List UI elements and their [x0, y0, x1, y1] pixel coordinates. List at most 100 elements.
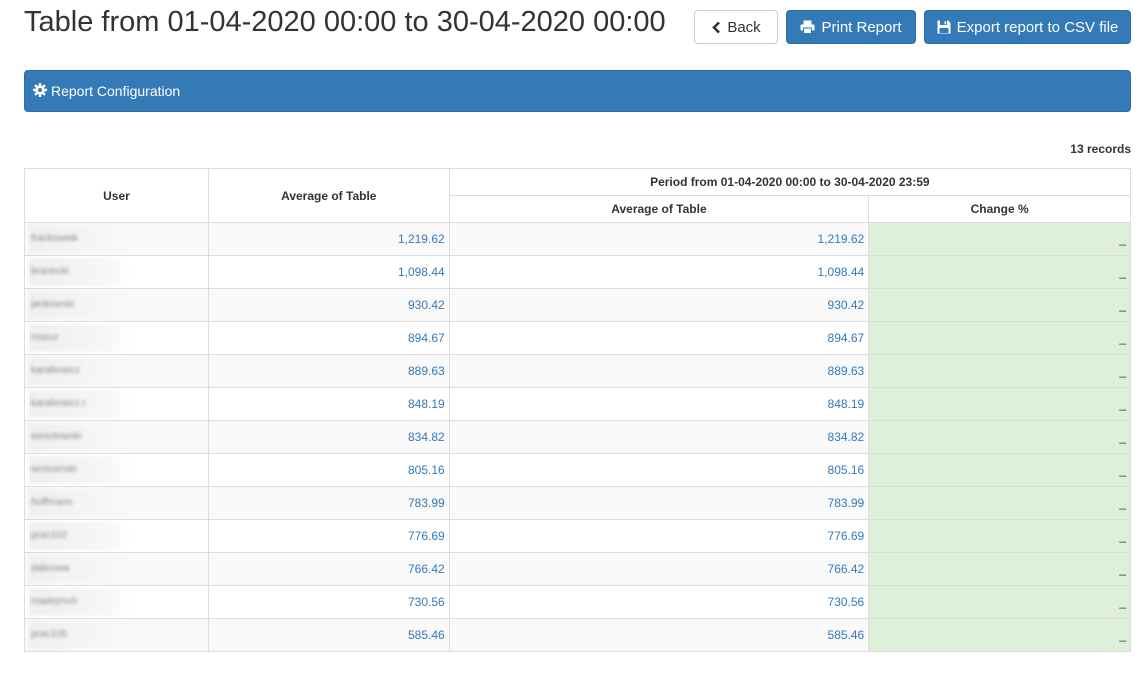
user-name: madejmoh — [29, 588, 129, 616]
period-average-cell: 889.63 — [448, 354, 870, 388]
print-report-button[interactable]: Print Report — [786, 10, 916, 44]
average-cell: 930.42 — [207, 288, 450, 322]
user-name: hoffmann — [29, 489, 129, 517]
change-cell: _ — [868, 321, 1131, 355]
user-cell: hoffmann — [24, 486, 209, 520]
period-average-cell: 585.46 — [448, 618, 870, 652]
floppy-disk-icon — [937, 20, 951, 34]
user-name: frackowiak — [29, 225, 129, 253]
page-title: Table from 01-04-2020 00:00 to 30-04-202… — [24, 6, 666, 38]
user-name: branecki — [29, 258, 129, 286]
average-cell: 834.82 — [207, 420, 450, 454]
report-table: User Average of Table Period from 01-04-… — [24, 168, 1132, 652]
user-name: dabrowa — [29, 555, 129, 583]
table-row: wesolowski 834.82 834.82 _ — [24, 420, 1131, 454]
column-header-period: Period from 01-04-2020 00:00 to 30-04-20… — [448, 168, 1132, 196]
table-row: jankowski 930.42 930.42 _ — [24, 288, 1131, 322]
table-row: karaliewicz 889.63 889.63 _ — [24, 354, 1131, 388]
change-cell: _ — [868, 222, 1131, 256]
average-cell: 889.63 — [207, 354, 450, 388]
user-cell: dabrowa — [24, 552, 209, 586]
average-cell: 894.67 — [207, 321, 450, 355]
print-report-label: Print Report — [821, 18, 902, 36]
change-cell: _ — [868, 519, 1131, 553]
change-cell: _ — [868, 420, 1131, 454]
average-cell: 776.69 — [207, 519, 450, 553]
average-cell: 848.19 — [207, 387, 450, 421]
user-cell: prac102 — [24, 519, 209, 553]
period-average-cell: 776.69 — [448, 519, 870, 553]
export-csv-label: Export report to CSV file — [956, 18, 1119, 36]
table-row: dabrowa 766.42 766.42 _ — [24, 552, 1131, 586]
user-cell: branecki — [24, 255, 209, 289]
average-cell: 1,098.44 — [207, 255, 450, 289]
user-cell: frackowiak — [24, 222, 209, 256]
user-cell: karaliewicz — [24, 354, 209, 388]
user-cell: karaliewicz.r — [24, 387, 209, 421]
user-cell: wesolowski — [24, 420, 209, 454]
table-row: hoffmann 783.99 783.99 _ — [24, 486, 1131, 520]
average-cell: 766.42 — [207, 552, 450, 586]
average-cell: 585.46 — [207, 618, 450, 652]
back-button[interactable]: Back — [694, 10, 778, 44]
report-configuration-label: Report Configuration — [51, 83, 181, 99]
period-average-cell: 766.42 — [448, 552, 870, 586]
change-cell: _ — [868, 486, 1131, 520]
change-cell: _ — [868, 618, 1131, 652]
printer-icon — [800, 20, 815, 34]
column-header-average[interactable]: Average of Table — [207, 168, 450, 223]
period-average-cell: 930.42 — [448, 288, 870, 322]
period-average-cell: 730.56 — [448, 585, 870, 619]
period-average-cell: 848.19 — [448, 387, 870, 421]
period-average-cell: 1,219.62 — [448, 222, 870, 256]
user-name: karaliewicz.r — [29, 390, 129, 418]
period-average-cell: 834.82 — [448, 420, 870, 454]
user-name: mazur — [29, 324, 129, 352]
user-cell: jankowski — [24, 288, 209, 322]
user-cell: mazur — [24, 321, 209, 355]
user-cell: wrzesinski — [24, 453, 209, 487]
change-cell: _ — [868, 585, 1131, 619]
user-name: wesolowski — [29, 423, 129, 451]
record-count: 13 records — [1070, 142, 1131, 156]
average-cell: 805.16 — [207, 453, 450, 487]
report-table-body: frackowiak 1,219.62 1,219.62 _ branecki 1,098… — [24, 222, 1131, 652]
column-header-user[interactable]: User — [24, 168, 209, 223]
average-cell: 730.56 — [207, 585, 450, 619]
period-average-cell: 1,098.44 — [448, 255, 870, 289]
export-csv-button[interactable]: Export report to CSV file — [924, 10, 1131, 44]
column-header-period-average[interactable]: Average of Table — [448, 195, 870, 223]
toolbar: Back Print Report Export report to CSV f… — [694, 10, 1131, 44]
column-header-change[interactable]: Change % — [868, 195, 1131, 223]
user-name: jankowski — [29, 291, 129, 319]
change-cell: _ — [868, 354, 1131, 388]
user-name: prac105 — [29, 621, 129, 649]
chevron-left-icon — [711, 21, 721, 34]
back-button-label: Back — [727, 18, 761, 36]
change-cell: _ — [868, 552, 1131, 586]
table-row: mazur 894.67 894.67 _ — [24, 321, 1131, 355]
user-name: karaliewicz — [29, 357, 129, 385]
gear-icon — [33, 82, 47, 100]
change-cell: _ — [868, 255, 1131, 289]
table-row: prac105 585.46 585.46 _ — [24, 618, 1131, 652]
average-cell: 1,219.62 — [207, 222, 450, 256]
change-cell: _ — [868, 453, 1131, 487]
user-cell: prac105 — [24, 618, 209, 652]
report-configuration-panel[interactable]: Report Configuration — [24, 70, 1131, 112]
change-cell: _ — [868, 387, 1131, 421]
table-row: wrzesinski 805.16 805.16 _ — [24, 453, 1131, 487]
period-average-cell: 783.99 — [448, 486, 870, 520]
change-cell: _ — [868, 288, 1131, 322]
table-row: prac102 776.69 776.69 _ — [24, 519, 1131, 553]
table-row: karaliewicz.r 848.19 848.19 _ — [24, 387, 1131, 421]
average-cell: 783.99 — [207, 486, 450, 520]
user-cell: madejmoh — [24, 585, 209, 619]
period-average-cell: 894.67 — [448, 321, 870, 355]
table-row: branecki 1,098.44 1,098.44 _ — [24, 255, 1131, 289]
table-row: frackowiak 1,219.62 1,219.62 _ — [24, 222, 1131, 256]
table-row: madejmoh 730.56 730.56 _ — [24, 585, 1131, 619]
user-name: wrzesinski — [29, 456, 129, 484]
user-name: prac102 — [29, 522, 129, 550]
period-average-cell: 805.16 — [448, 453, 870, 487]
